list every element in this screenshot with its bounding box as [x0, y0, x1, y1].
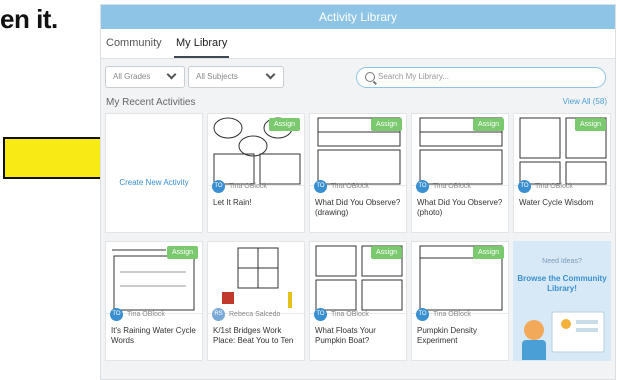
assign-button[interactable]: Assign	[370, 118, 402, 131]
tab-my-library[interactable]: My Library	[173, 37, 230, 58]
avatar: TO	[518, 180, 531, 193]
author-name: Tina OBlock	[229, 183, 267, 190]
activity-thumbnail	[208, 242, 304, 314]
activity-title[interactable]: What Floats Your Pumpkin Boat?	[315, 326, 406, 346]
chevron-down-icon	[265, 69, 276, 80]
activity-title[interactable]: It's Raining Water Cycle Words	[111, 326, 202, 346]
tab-community[interactable]: Community	[106, 37, 162, 49]
avatar: TO	[212, 180, 225, 193]
section-header: My Recent Activities View All (58)	[101, 95, 615, 111]
grades-select[interactable]: All Grades	[105, 66, 185, 88]
avatar: RS	[212, 308, 225, 321]
search-placeholder: Search My Library...	[378, 72, 449, 81]
assign-button[interactable]: Assign	[472, 118, 504, 131]
activity-card[interactable]: Assign TO Tina OBlock What Floats Your P…	[309, 241, 407, 361]
need-ideas-text: Need Ideas?	[542, 258, 582, 265]
screenshot: en it. Activity Library Community My Lib…	[0, 0, 620, 380]
avatar: TO	[416, 180, 429, 193]
chevron-down-icon	[166, 69, 177, 80]
activity-title[interactable]: What Did You Observe? (drawing)	[315, 198, 406, 218]
avatar: TO	[110, 308, 123, 321]
section-title: My Recent Activities	[106, 97, 196, 108]
author-name: Rebeca Salcedo	[229, 311, 281, 318]
activity-title[interactable]: Let It Rain!	[213, 198, 304, 208]
assign-button[interactable]: Assign	[574, 118, 606, 131]
window-title: Activity Library	[101, 5, 615, 29]
assign-button[interactable]: Assign	[166, 246, 198, 259]
create-new-activity-label[interactable]: Create New Activity	[106, 178, 202, 187]
search-icon	[365, 72, 375, 82]
search-input[interactable]: Search My Library...	[356, 67, 606, 88]
author-name: Tina OBlock	[127, 311, 165, 318]
activity-card[interactable]: Assign TO Tina OBlock Let It Rain!	[207, 113, 305, 233]
avatar: TO	[314, 308, 327, 321]
need-ideas-card[interactable]: Need Ideas? Browse the Community Library…	[513, 241, 611, 361]
filter-bar: All Grades All Subjects Search My Librar…	[101, 59, 615, 95]
activity-card[interactable]: Assign TO Tina OBlock Pumpkin Density Ex…	[411, 241, 509, 361]
activity-card[interactable]: Assign TO Tina OBlock Water Cycle Wisdom	[513, 113, 611, 233]
activity-library-panel: Activity Library Community My Library Al…	[100, 4, 616, 380]
author-name: Tina OBlock	[433, 183, 471, 190]
activity-card[interactable]: Assign TO Tina OBlock What Did You Obser…	[411, 113, 509, 233]
author-name: Tina OBlock	[331, 311, 369, 318]
activity-title[interactable]: Water Cycle Wisdom	[519, 198, 610, 208]
activity-title[interactable]: K/1st Bridges Work Place: Beat You to Te…	[213, 326, 304, 346]
assign-button[interactable]: Assign	[268, 118, 300, 131]
create-new-activity-card[interactable]: Create New Activity	[105, 113, 203, 233]
author-name: Tina OBlock	[331, 183, 369, 190]
worksheet-preview	[222, 247, 292, 308]
subjects-select-value: All Subjects	[196, 72, 238, 81]
library-tabs: Community My Library	[101, 29, 615, 59]
activity-card[interactable]: Assign TO Tina OBlock It's Raining Water…	[105, 241, 203, 361]
activity-title[interactable]: What Did You Observe? (photo)	[417, 198, 508, 218]
slide-text-fragment: en it.	[0, 4, 58, 34]
avatar: TO	[314, 180, 327, 193]
author-name: Tina OBlock	[535, 183, 573, 190]
subjects-select[interactable]: All Subjects	[188, 66, 284, 88]
teacher-illustration-icon	[522, 311, 605, 360]
avatar: TO	[416, 308, 429, 321]
grades-select-value: All Grades	[113, 72, 151, 81]
activity-card[interactable]: RS Rebeca Salcedo K/1st Bridges Work Pla…	[207, 241, 305, 361]
view-all-link[interactable]: View All (58)	[563, 97, 607, 106]
activity-title[interactable]: Pumpkin Density Experiment	[417, 326, 508, 346]
browse-community-link[interactable]: Browse the Community Library!	[514, 274, 610, 294]
assign-button[interactable]: Assign	[370, 246, 402, 259]
assign-button[interactable]: Assign	[472, 246, 504, 259]
activity-card[interactable]: Assign TO Tina OBlock What Did You Obser…	[309, 113, 407, 233]
author-name: Tina OBlock	[433, 311, 471, 318]
